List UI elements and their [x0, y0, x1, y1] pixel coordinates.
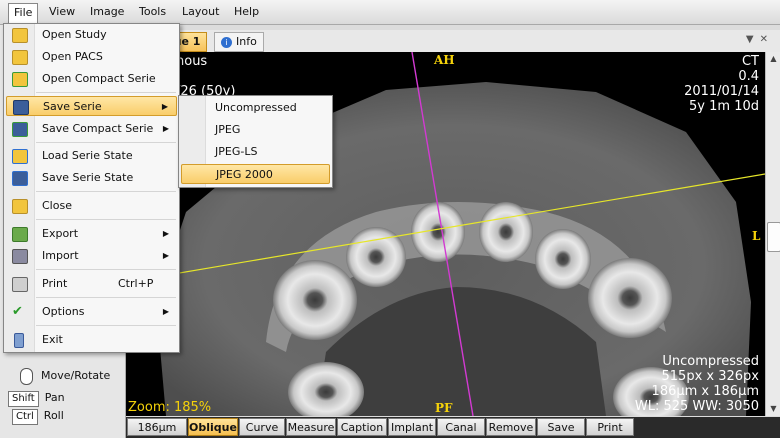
scroll-thumb[interactable]: [767, 222, 780, 252]
right-orientation-marker: L: [752, 229, 761, 243]
tool-canal[interactable]: Canal: [437, 418, 485, 436]
tooth: [273, 260, 357, 340]
tab-strip: Oblique 1 iInfo ▼✕: [126, 30, 780, 53]
tool-remove[interactable]: Remove: [486, 418, 536, 436]
menu-image[interactable]: Image: [85, 4, 129, 20]
menu-separator: [36, 269, 176, 270]
folder-close-icon: [12, 199, 28, 214]
folder-icon: [12, 28, 28, 43]
roll-row: Ctrl Roll: [8, 407, 64, 425]
submenu-jpeg-ls[interactable]: JPEG-LS: [181, 142, 330, 162]
tab-info[interactable]: i Info: [214, 32, 264, 52]
roll-label: Roll: [43, 409, 64, 422]
menu-file[interactable]: File: [8, 3, 39, 24]
exit-icon: [14, 333, 24, 348]
pan-row: Shift Pan: [8, 389, 65, 407]
window-level: WL: 525 WW: 3050: [634, 399, 759, 414]
save-compact-icon: [12, 122, 28, 137]
menu-open-pacs[interactable]: Open PACS: [6, 47, 177, 67]
menu-load-serie-state[interactable]: Load Serie State: [6, 146, 177, 166]
menu-separator: [36, 142, 176, 143]
ctrl-key: Ctrl: [12, 409, 38, 425]
submenu-uncompressed[interactable]: Uncompressed: [181, 98, 330, 118]
submenu-arrow-icon: ▶: [162, 124, 169, 133]
study-age: 5y 1m 10d: [689, 99, 759, 114]
folder-load-icon: [12, 149, 28, 164]
shift-key: Shift: [8, 391, 39, 407]
submenu-arrow-icon: ▶: [162, 229, 169, 238]
submenu-jpeg[interactable]: JPEG: [181, 120, 330, 140]
bottom-toolbar: 186µm Oblique Curve Measure Caption Impl…: [126, 417, 780, 438]
modality: CT: [741, 54, 759, 69]
tooth: [588, 258, 672, 338]
menu-separator: [36, 325, 176, 326]
menu-separator: [36, 92, 176, 93]
pixel-spacing: 186µm x 186µm: [651, 384, 759, 399]
tooth: [479, 202, 533, 262]
tool-oblique[interactable]: Oblique: [188, 418, 238, 436]
submenu-arrow-icon: ▶: [162, 251, 169, 260]
menu-import[interactable]: Import ▶: [6, 246, 177, 266]
submenu-arrow-icon: ▶: [161, 102, 168, 111]
folder-network-icon: [12, 50, 28, 65]
menu-exit[interactable]: Exit: [6, 330, 177, 350]
printer-icon: [12, 277, 28, 292]
folder-compact-icon: [12, 72, 28, 87]
mouse-icon: [20, 367, 33, 385]
menu-close[interactable]: Close: [6, 196, 177, 216]
tool-save[interactable]: Save: [537, 418, 585, 436]
bottom-orientation-marker: PF: [435, 401, 453, 415]
tab-info-label: Info: [236, 35, 257, 48]
tab-scroll-arrows[interactable]: ▼✕: [746, 34, 774, 45]
menu-save-serie-state[interactable]: Save Serie State: [6, 168, 177, 188]
move-rotate-row: Move/Rotate: [8, 367, 110, 385]
tool-curve[interactable]: Curve: [239, 418, 285, 436]
submenu-arrow-icon: ▶: [162, 307, 169, 316]
menu-layout[interactable]: Layout: [177, 4, 224, 20]
move-rotate-label: Move/Rotate: [41, 369, 111, 382]
tooth: [535, 229, 591, 289]
print-shortcut: Ctrl+P: [118, 277, 154, 290]
submenu-jpeg-2000[interactable]: JPEG 2000: [181, 164, 330, 184]
menu-options[interactable]: ✔ Options ▶: [6, 302, 177, 322]
save-state-icon: [12, 171, 28, 186]
tool-scale[interactable]: 186µm: [127, 418, 187, 436]
menu-view[interactable]: View: [44, 4, 80, 20]
menu-bar: File View Image Tools Layout Help: [0, 0, 780, 25]
save-icon: [13, 100, 29, 115]
scroll-up-arrow-icon[interactable]: ▲: [766, 52, 780, 66]
zoom-readout: Zoom: 185%: [128, 400, 212, 415]
value-readout: 0.4: [738, 69, 759, 84]
vertical-scrollbar[interactable]: ▲ ▼: [765, 52, 780, 416]
patient-name: nous: [176, 54, 208, 69]
tool-measure[interactable]: Measure: [286, 418, 336, 436]
menu-open-compact-serie[interactable]: Open Compact Serie: [6, 69, 177, 89]
menu-help[interactable]: Help: [229, 4, 264, 20]
image-size-px: 515px x 326px: [661, 369, 759, 384]
menu-separator: [36, 191, 176, 192]
file-menu: Open Study Open PACS Open Compact Serie …: [3, 23, 180, 353]
menu-tools[interactable]: Tools: [134, 4, 171, 20]
export-icon: [12, 227, 28, 242]
menu-save-compact-serie[interactable]: Save Compact Serie ▶: [6, 119, 177, 139]
study-date: 2011/01/14: [684, 84, 759, 99]
menu-save-serie[interactable]: Save Serie ▶: [6, 96, 177, 116]
checkmark-icon: ✔: [12, 304, 23, 319]
menu-print[interactable]: Print Ctrl+P: [6, 274, 177, 294]
tool-print[interactable]: Print: [586, 418, 634, 436]
tool-caption[interactable]: Caption: [337, 418, 387, 436]
tool-implant[interactable]: Implant: [388, 418, 436, 436]
scroll-down-arrow-icon[interactable]: ▼: [766, 402, 780, 416]
menu-export[interactable]: Export ▶: [6, 224, 177, 244]
info-icon: i: [221, 36, 232, 48]
top-orientation-marker: AH: [434, 53, 455, 67]
save-serie-submenu: Uncompressed JPEG JPEG-LS JPEG 2000: [178, 95, 333, 188]
import-icon: [12, 249, 28, 264]
compression-readout: Uncompressed: [662, 354, 759, 369]
menu-open-study[interactable]: Open Study: [6, 25, 177, 45]
menu-separator: [36, 219, 176, 220]
menu-separator: [36, 297, 176, 298]
pan-label: Pan: [44, 391, 65, 404]
